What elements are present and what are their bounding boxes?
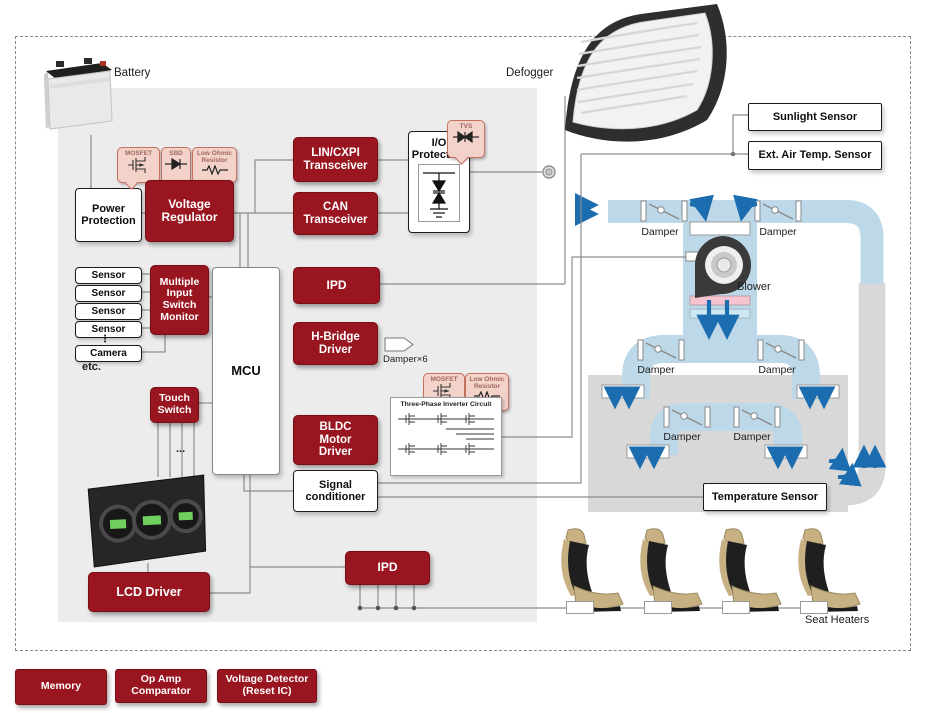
defogger-windshield-image: [545, 0, 737, 156]
three-phase-inverter-block: Three-Phase Inverter Circuit: [390, 397, 502, 476]
sensor-block: Sensor: [75, 285, 142, 302]
mosfet-tag-label: MOSFET: [125, 150, 152, 157]
damper-label: Damper: [751, 364, 803, 376]
low-ohmic-resistor-tag: Low Ohmic Resistor: [192, 147, 237, 183]
damper-label: Damper: [752, 226, 804, 238]
sunlight-sensor-block: Sunlight Sensor: [748, 103, 882, 131]
damper-label: Damper: [634, 226, 686, 238]
seat-image: [627, 528, 707, 612]
memory-block: Memory: [15, 669, 107, 705]
sensor-ellipsis: ⋮: [100, 334, 110, 345]
seat-heater-element: [644, 601, 672, 614]
sensor-block: Sensor: [75, 303, 142, 320]
camera-block: Camera: [75, 345, 142, 362]
inverter-title: Three-Phase Inverter Circuit: [391, 401, 501, 408]
sbd-tag: SBD: [161, 147, 191, 183]
touch-switch-block: Touch Switch: [150, 387, 199, 423]
bldc-motor-driver-block: BLDC Motor Driver: [293, 415, 378, 465]
mcu-block: MCU: [212, 267, 280, 475]
ext-air-temp-sensor-block: Ext. Air Temp. Sensor: [748, 141, 882, 170]
multiple-input-switch-monitor-block: Multiple Input Switch Monitor: [150, 265, 209, 335]
tvs-tag: TVS: [447, 120, 485, 158]
can-transceiver-block: CAN Transceiver: [293, 192, 378, 235]
voltage-regulator-block: Voltage Regulator: [145, 180, 234, 242]
instrument-cluster-image: [86, 473, 213, 571]
low-ohmic-tag-label: Low Ohmic Resistor: [466, 376, 508, 391]
defogger-label: Defogger: [506, 67, 553, 79]
heater-core-cool: [690, 309, 750, 318]
seat-heater-element: [722, 601, 750, 614]
damper-x6-arrow-icon: [384, 337, 414, 352]
ipd-bottom-block: IPD: [345, 551, 430, 585]
lin-cxpi-transceiver-block: LIN/CXPI Transceiver: [293, 137, 378, 182]
temperature-sensor-block: Temperature Sensor: [703, 483, 827, 511]
diagram-canvas: Battery Defogger Blower Seat Heaters Dam…: [0, 0, 933, 713]
h-bridge-driver-block: H-Bridge Driver: [293, 322, 378, 365]
mosfet-symbol-icon: [126, 157, 152, 173]
sbd-tag-label: SBD: [169, 150, 183, 157]
voltage-detector-block: Voltage Detector (Reset IC): [217, 669, 317, 703]
touch-pins-ellipsis: ...: [176, 443, 185, 455]
seat-image: [785, 528, 865, 612]
damper-label: Damper: [726, 431, 778, 443]
damper-label: Damper: [630, 364, 682, 376]
battery-label: Battery: [114, 67, 150, 79]
damper-label: Damper: [656, 431, 708, 443]
power-protection-block: Power Protection: [75, 188, 142, 242]
seat-heater-element: [800, 601, 828, 614]
seat-heaters-label: Seat Heaters: [805, 614, 869, 626]
mosfet-tag: MOSFET: [117, 147, 160, 183]
tvs-symbol-icon: [452, 130, 480, 144]
low-ohmic-tag-label: Low Ohmic Resistor: [193, 150, 236, 165]
etc-label: etc.: [82, 361, 101, 373]
battery-image: [36, 55, 118, 139]
inverter-circuit-icon: [394, 409, 498, 469]
resistor-symbol-icon: [201, 165, 229, 175]
sensor-block: Sensor: [75, 267, 142, 284]
op-amp-comparator-block: Op Amp Comparator: [115, 669, 207, 703]
tvs-diode-symbol-icon: [418, 164, 460, 222]
ipd-top-block: IPD: [293, 267, 380, 304]
sbd-symbol-icon: [164, 157, 188, 171]
lcd-driver-block: LCD Driver: [88, 572, 210, 612]
tvs-tag-label: TVS: [460, 123, 473, 130]
seat-image: [706, 528, 786, 612]
signal-conditioner-block: Signal conditioner: [293, 470, 378, 512]
blower-label: Blower: [737, 281, 771, 293]
seat-image: [548, 528, 628, 612]
damper-x6-label: Damper×6: [383, 354, 428, 365]
mosfet-tag-label: MOSFET: [430, 376, 457, 383]
seat-heater-element: [566, 601, 594, 614]
